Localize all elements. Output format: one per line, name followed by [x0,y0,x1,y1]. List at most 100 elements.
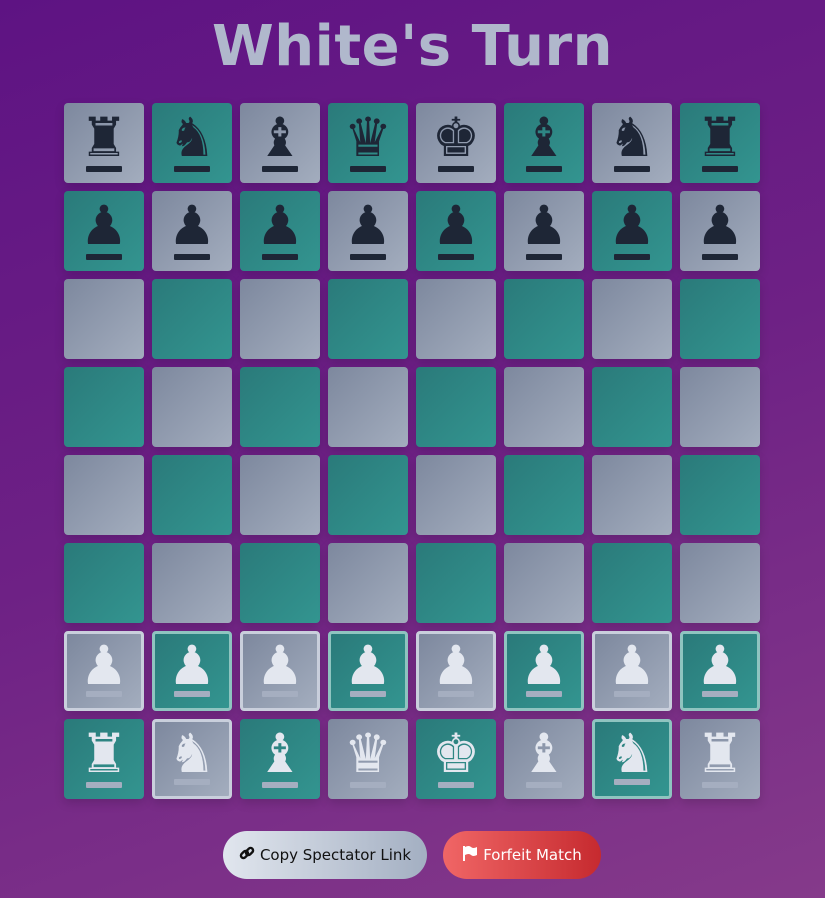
square-f1[interactable]: ♝ [504,719,584,799]
square-h4[interactable] [680,455,760,535]
square-f4[interactable] [504,455,584,535]
black-pawn-icon[interactable]: ♟ [520,199,568,253]
white-pawn-icon[interactable]: ♟ [696,639,744,693]
white-rook-icon[interactable]: ♜ [696,727,744,781]
black-pawn-icon[interactable]: ♟ [344,199,392,253]
square-h7[interactable]: ♟ [680,191,760,271]
white-pawn-icon[interactable]: ♟ [432,639,480,693]
square-f5[interactable] [504,367,584,447]
forfeit-match-button[interactable]: Forfeit Match [443,831,601,879]
black-knight-icon[interactable]: ♞ [608,111,656,165]
piece-base [350,691,386,697]
white-pawn-icon[interactable]: ♟ [608,639,656,693]
white-knight-icon[interactable]: ♞ [168,727,216,781]
copy-spectator-link-button[interactable]: Copy Spectator Link [223,831,427,879]
square-h1[interactable]: ♜ [680,719,760,799]
square-a6[interactable] [64,279,144,359]
black-bishop-icon[interactable]: ♝ [520,111,568,165]
square-d7[interactable]: ♟ [328,191,408,271]
square-d3[interactable] [328,543,408,623]
square-g3[interactable] [592,543,672,623]
black-king-icon[interactable]: ♚ [432,111,480,165]
square-b8[interactable]: ♞ [152,103,232,183]
square-g5[interactable] [592,367,672,447]
square-a8[interactable]: ♜ [64,103,144,183]
black-pawn-icon[interactable]: ♟ [432,199,480,253]
square-b3[interactable] [152,543,232,623]
piece-base [438,691,474,697]
square-g8[interactable]: ♞ [592,103,672,183]
square-c7[interactable]: ♟ [240,191,320,271]
square-g6[interactable] [592,279,672,359]
black-rook-icon[interactable]: ♜ [80,111,128,165]
square-h5[interactable] [680,367,760,447]
white-pawn-icon[interactable]: ♟ [256,639,304,693]
square-c4[interactable] [240,455,320,535]
square-a2[interactable]: ♟ [64,631,144,711]
square-d8[interactable]: ♛ [328,103,408,183]
square-f6[interactable] [504,279,584,359]
square-g2[interactable]: ♟ [592,631,672,711]
square-e3[interactable] [416,543,496,623]
square-c3[interactable] [240,543,320,623]
square-b1[interactable]: ♞ [152,719,232,799]
black-queen-icon[interactable]: ♛ [344,111,392,165]
square-e8[interactable]: ♚ [416,103,496,183]
square-c8[interactable]: ♝ [240,103,320,183]
square-a5[interactable] [64,367,144,447]
square-c5[interactable] [240,367,320,447]
white-rook-icon[interactable]: ♜ [80,727,128,781]
square-d1[interactable]: ♛ [328,719,408,799]
square-f3[interactable] [504,543,584,623]
black-pawn-icon[interactable]: ♟ [80,199,128,253]
white-pawn-icon[interactable]: ♟ [520,639,568,693]
square-h8[interactable]: ♜ [680,103,760,183]
black-knight-icon[interactable]: ♞ [168,111,216,165]
square-a4[interactable] [64,455,144,535]
square-c6[interactable] [240,279,320,359]
square-a7[interactable]: ♟ [64,191,144,271]
white-bishop-icon[interactable]: ♝ [256,727,304,781]
square-d2[interactable]: ♟ [328,631,408,711]
square-b5[interactable] [152,367,232,447]
square-e1[interactable]: ♚ [416,719,496,799]
square-b7[interactable]: ♟ [152,191,232,271]
square-d4[interactable] [328,455,408,535]
black-rook-icon[interactable]: ♜ [696,111,744,165]
square-h3[interactable] [680,543,760,623]
square-f8[interactable]: ♝ [504,103,584,183]
square-c1[interactable]: ♝ [240,719,320,799]
square-g4[interactable] [592,455,672,535]
square-e5[interactable] [416,367,496,447]
square-b2[interactable]: ♟ [152,631,232,711]
square-g7[interactable]: ♟ [592,191,672,271]
white-bishop-icon[interactable]: ♝ [520,727,568,781]
square-h6[interactable] [680,279,760,359]
white-pawn-icon[interactable]: ♟ [80,639,128,693]
black-pawn-icon[interactable]: ♟ [696,199,744,253]
white-pawn-icon[interactable]: ♟ [344,639,392,693]
white-queen-icon[interactable]: ♛ [344,727,392,781]
square-d6[interactable] [328,279,408,359]
square-a3[interactable] [64,543,144,623]
square-b4[interactable] [152,455,232,535]
black-pawn-icon[interactable]: ♟ [608,199,656,253]
square-d5[interactable] [328,367,408,447]
white-pawn-icon[interactable]: ♟ [168,639,216,693]
white-king-icon[interactable]: ♚ [432,727,480,781]
square-g1[interactable]: ♞ [592,719,672,799]
black-pawn-icon[interactable]: ♟ [256,199,304,253]
square-c2[interactable]: ♟ [240,631,320,711]
white-knight-icon[interactable]: ♞ [608,727,656,781]
black-bishop-icon[interactable]: ♝ [256,111,304,165]
square-f7[interactable]: ♟ [504,191,584,271]
square-e6[interactable] [416,279,496,359]
square-h2[interactable]: ♟ [680,631,760,711]
black-pawn-icon[interactable]: ♟ [168,199,216,253]
square-e2[interactable]: ♟ [416,631,496,711]
square-b6[interactable] [152,279,232,359]
square-f2[interactable]: ♟ [504,631,584,711]
square-e4[interactable] [416,455,496,535]
square-a1[interactable]: ♜ [64,719,144,799]
square-e7[interactable]: ♟ [416,191,496,271]
